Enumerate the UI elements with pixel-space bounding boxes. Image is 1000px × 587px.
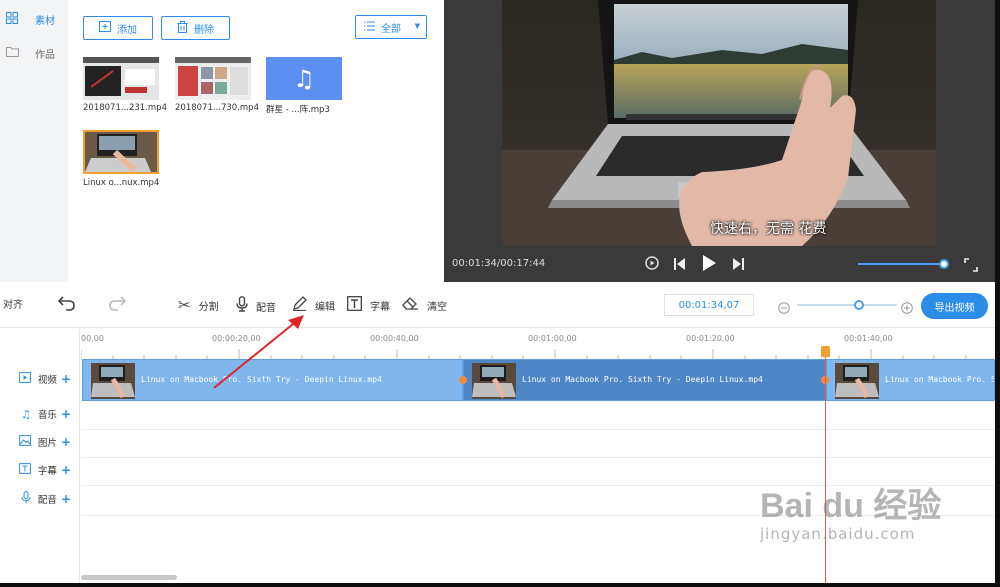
rail-item-materials[interactable]: 素材 (0, 6, 68, 32)
filter-value: 全部 (381, 23, 401, 35)
clip-thumbnail (472, 363, 516, 399)
image-icon (19, 435, 31, 449)
add-video-icon[interactable]: + (61, 372, 71, 386)
undo-icon[interactable] (57, 295, 76, 315)
grid-icon (5, 11, 19, 27)
rail-item-works[interactable]: 作品 (0, 40, 68, 66)
zoom-handle[interactable] (854, 300, 864, 310)
edit-toolbar: 对齐 ✂ 分割 配音 编辑 字幕 清空 00:01:34,07 导出视频 (0, 282, 995, 328)
playback-time: 00:01:34/00:17:44 (452, 258, 546, 269)
zoom-slider[interactable] (797, 300, 897, 310)
chevron-down-icon: ▼ (414, 22, 420, 30)
video-track-icon (19, 372, 31, 386)
baidu-watermark: Bai du 经验 jingyan.baidu.com (760, 478, 941, 543)
track-video: 视频 + (0, 365, 80, 393)
track-music: ♫ 音乐 + (21, 407, 71, 421)
clip-split-marker[interactable] (459, 376, 467, 384)
microphone-icon (21, 491, 31, 507)
folder-icon (5, 46, 19, 60)
media-thumb-3[interactable]: ♫ (266, 57, 342, 100)
ruler-tick-label: 00,00 (81, 334, 104, 343)
ruler-tick-label: 00:01:20,00 (686, 334, 735, 343)
clip-title: Linux on Macbook Pro. Sixth Try - Deepin… (522, 375, 763, 384)
video-frame: 快速右，无需 花费 (502, 0, 936, 246)
replay-icon[interactable] (644, 255, 660, 275)
track-dub: 配音 + (0, 485, 80, 513)
filter-dropdown[interactable]: 全部 ▼ (355, 15, 427, 39)
track-image: 图片 + (0, 428, 80, 456)
add-button[interactable]: 添加 (83, 16, 153, 40)
export-video-button[interactable]: 导出视频 (921, 293, 988, 319)
zoom-out-icon[interactable] (778, 299, 790, 318)
align-label: 对齐 (3, 300, 23, 311)
annotation-arrow (213, 315, 304, 389)
media-file-name: Linux o...nux.mp4 (83, 178, 160, 188)
ruler-tick-label: 00:00:40,00 (370, 334, 419, 343)
ruler-tick-label: 00:01:00,00 (528, 334, 577, 343)
text-box-icon (347, 296, 362, 315)
video-clip[interactable]: Linux on Macbook Pro. Sixth Try - Deepin… (826, 359, 995, 401)
ruler-tick-label: 00:01:40,00 (844, 334, 893, 343)
media-file-name: 2018071...231.mp4 (83, 103, 167, 113)
caption-button[interactable]: 字幕 (347, 296, 390, 315)
media-thumb-2[interactable] (175, 57, 251, 100)
volume-slider[interactable] (858, 259, 949, 269)
music-track-lane[interactable] (81, 401, 995, 430)
playhead-line[interactable] (825, 346, 826, 583)
timeline-scrollbar[interactable] (81, 575, 177, 580)
add-dub-icon[interactable]: + (61, 492, 71, 506)
preview-panel: 快速右，无需 花费 00:01:34/00:17:44 (444, 0, 995, 282)
list-icon (364, 21, 375, 34)
media-file-name: 2018071...730.mp4 (175, 103, 259, 113)
eraser-icon (402, 296, 419, 314)
add-music-icon[interactable]: + (61, 407, 71, 421)
align-button[interactable]: 对齐 (0, 296, 23, 311)
next-frame-icon[interactable] (732, 256, 744, 275)
clip-title: Linux on Macbook Pro. Sixth Try - Deepin… (885, 375, 994, 384)
add-caption-icon[interactable]: + (61, 463, 71, 477)
delete-button[interactable]: 删除 (161, 16, 230, 40)
volume-handle[interactable] (938, 259, 949, 269)
clear-button[interactable]: 清空 (402, 296, 447, 314)
left-rail: 素材 作品 (0, 0, 68, 282)
track-labels: 视频 + ♫ 音乐 + 图片 + 字幕 + 配音 + (0, 329, 80, 583)
scissors-icon: ✂ (178, 296, 191, 314)
player-controls: 00:01:34/00:17:44 (444, 246, 995, 282)
rail-item-label: 作品 (35, 49, 55, 61)
playhead-handle[interactable] (821, 346, 830, 357)
add-image-icon[interactable]: + (61, 435, 71, 449)
watermark-url: jingyan.baidu.com (760, 525, 916, 543)
previous-frame-icon[interactable] (674, 256, 686, 275)
video-editor-window: 素材 作品 添加 删除 全部 ▼ 2018071...231.mp4 20180… (0, 0, 995, 583)
zoom-in-icon[interactable] (901, 299, 913, 318)
rail-item-label: 素材 (35, 15, 55, 27)
watermark-brand: Bai du 经验 (760, 487, 942, 525)
clip-thumbnail (835, 363, 879, 399)
video-clip-selected[interactable]: Linux on Macbook Pro. Sixth Try - Deepin… (463, 359, 826, 401)
video-subtitle: 快速右，无需 花费 (710, 221, 827, 237)
redo-icon[interactable] (108, 295, 127, 315)
timecode-display[interactable]: 00:01:34,07 (664, 294, 754, 316)
music-note-icon: ♫ (293, 64, 315, 93)
trash-icon (177, 20, 188, 36)
clip-thumbnail (91, 363, 135, 399)
add-file-icon (99, 21, 111, 35)
media-library: 添加 删除 全部 ▼ 2018071...231.mp4 2018071...7… (68, 0, 444, 282)
volume-fill (858, 263, 944, 265)
track-caption: 字幕 + (0, 456, 80, 484)
music-note-icon: ♫ (21, 407, 31, 421)
text-box-icon (19, 463, 31, 477)
play-icon[interactable] (702, 255, 716, 275)
media-thumb-4[interactable] (83, 130, 159, 174)
fullscreen-icon[interactable] (964, 257, 978, 276)
media-file-name: 群星 - ...阵.mp3 (266, 105, 330, 115)
media-thumb-1[interactable] (83, 57, 159, 100)
image-track-lane[interactable] (81, 430, 995, 458)
